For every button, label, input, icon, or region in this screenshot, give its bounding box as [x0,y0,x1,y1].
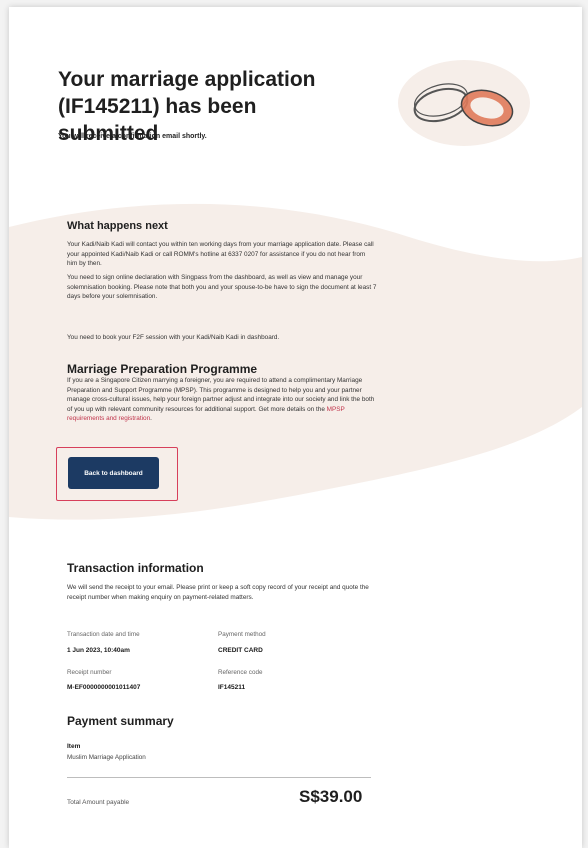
transaction-date-label: Transaction date and time [67,631,140,638]
reference-code-label: Reference code [218,669,263,676]
what-happens-next-heading: What happens next [67,220,168,232]
transaction-intro: We will send the receipt to your email. … [67,584,369,601]
mpsp-link-suffix: . [150,415,152,423]
mpsp-paragraph: If you are a Singapore Citizen marrying … [67,376,377,424]
payment-method-label: Payment method [218,631,266,638]
total-amount-value: S$39.00 [299,787,363,806]
item-value: Muslim Marriage Application [67,754,146,761]
next-paragraph-1: Your Kadi/Naib Kadi will contact you wit… [67,241,374,268]
confirmation-page: Your marriage application (IF145211) has… [9,7,582,848]
page-subtitle: You will receive a confirmation email sh… [58,133,207,140]
wedding-rings-icon [398,60,530,146]
reference-code-value: IF145211 [218,684,246,691]
back-to-dashboard-button[interactable]: Back to dashboard [68,457,159,489]
receipt-number-label: Receipt number [67,669,112,676]
total-amount-label: Total Amount payable [67,799,130,806]
highlight-box: Back to dashboard [56,447,178,501]
transaction-heading: Transaction information [67,561,204,575]
receipt-number-value: M-EF0000000001011407 [67,684,141,691]
summary-divider [67,777,371,778]
next-paragraph-3: You need to book your F2F session with y… [67,334,280,341]
payment-method-value: CREDIT CARD [218,647,263,654]
item-label: Item [67,743,81,750]
transaction-date-value: 1 Jun 2023, 10:40am [67,647,130,654]
next-paragraph-2: You need to sign online declaration with… [67,274,377,301]
payment-summary-heading: Payment summary [67,714,174,728]
mpsp-heading: Marriage Preparation Programme [67,362,258,376]
